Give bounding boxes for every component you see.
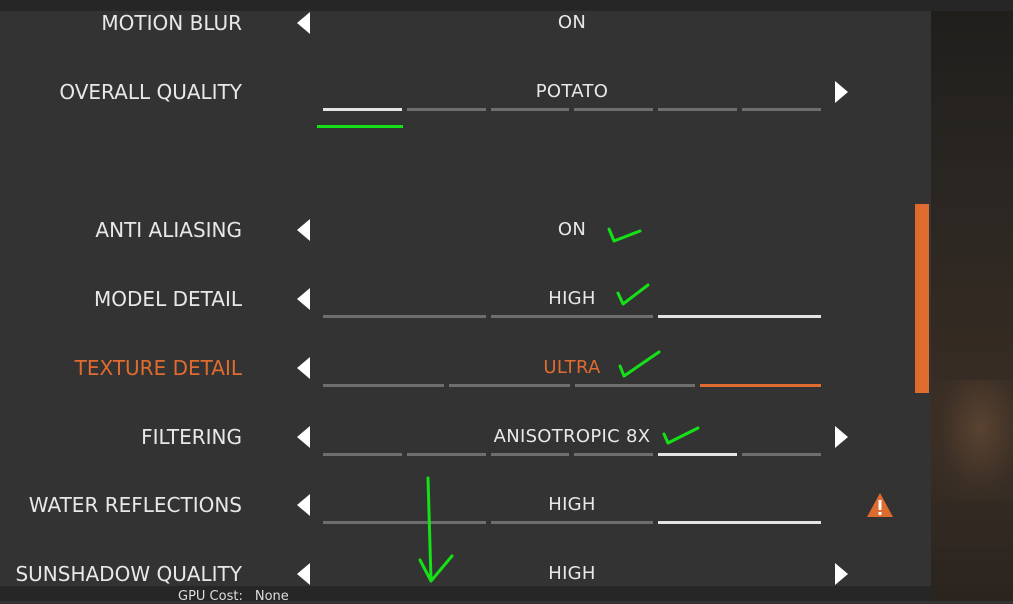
arrow-left-icon[interactable] <box>297 357 310 379</box>
setting-value: ON <box>557 12 587 33</box>
setting-label: TEXTURE DETAIL <box>74 356 242 380</box>
setting-water-reflections[interactable]: WATER REFLECTIONS HIGH <box>0 492 931 532</box>
arrow-left-icon[interactable] <box>297 288 310 310</box>
setting-label: MOTION BLUR <box>101 11 242 35</box>
setting-value: ULTRA <box>543 357 601 378</box>
setting-label: SUNSHADOW QUALITY <box>15 562 242 586</box>
setting-overall-quality[interactable]: OVERALL QUALITY POTATO <box>0 79 931 119</box>
annotation-underline <box>317 125 403 128</box>
setting-value: HIGH <box>548 288 596 309</box>
setting-label: FILTERING <box>141 425 242 449</box>
gpu-cost-label: GPU Cost: <box>178 589 243 604</box>
level-bars <box>323 108 821 111</box>
arrow-left-icon[interactable] <box>297 219 310 241</box>
setting-motion-blur[interactable]: MOTION BLUR ON <box>0 10 931 50</box>
arrow-right-icon[interactable] <box>835 426 848 448</box>
arrow-left-icon[interactable] <box>297 494 310 516</box>
level-bars <box>323 453 821 456</box>
scrollbar-thumb[interactable] <box>915 204 929 393</box>
setting-label: ANTI ALIASING <box>95 218 242 242</box>
setting-model-detail[interactable]: MODEL DETAIL HIGH <box>0 286 931 326</box>
arrow-right-icon[interactable] <box>835 563 848 585</box>
setting-texture-detail[interactable]: TEXTURE DETAIL ULTRA <box>0 355 931 395</box>
setting-value: ANISOTROPIC 8X <box>493 426 651 447</box>
setting-filtering[interactable]: FILTERING ANISOTROPIC 8X <box>0 424 931 464</box>
setting-label: MODEL DETAIL <box>94 287 242 311</box>
warning-triangle-icon <box>866 492 894 522</box>
arrow-left-icon[interactable] <box>297 563 310 585</box>
setting-label: OVERALL QUALITY <box>59 80 242 104</box>
setting-label: WATER REFLECTIONS <box>28 493 242 517</box>
setting-value: POTATO <box>535 81 609 102</box>
background-scene <box>931 0 1013 601</box>
setting-value: ON <box>557 219 587 240</box>
level-bars <box>323 521 822 524</box>
arrow-left-icon[interactable] <box>297 12 310 34</box>
setting-value: HIGH <box>548 563 596 584</box>
arrow-left-icon[interactable] <box>297 426 310 448</box>
gpu-cost-value: None <box>254 589 289 604</box>
level-bars <box>323 384 821 387</box>
gpu-cost: GPU Cost: None <box>178 589 301 604</box>
footer-bar <box>0 586 931 601</box>
arrow-right-icon[interactable] <box>835 81 848 103</box>
setting-anti-aliasing[interactable]: ANTI ALIASING ON <box>0 217 931 257</box>
level-bars <box>323 315 822 318</box>
setting-value: HIGH <box>548 494 596 515</box>
